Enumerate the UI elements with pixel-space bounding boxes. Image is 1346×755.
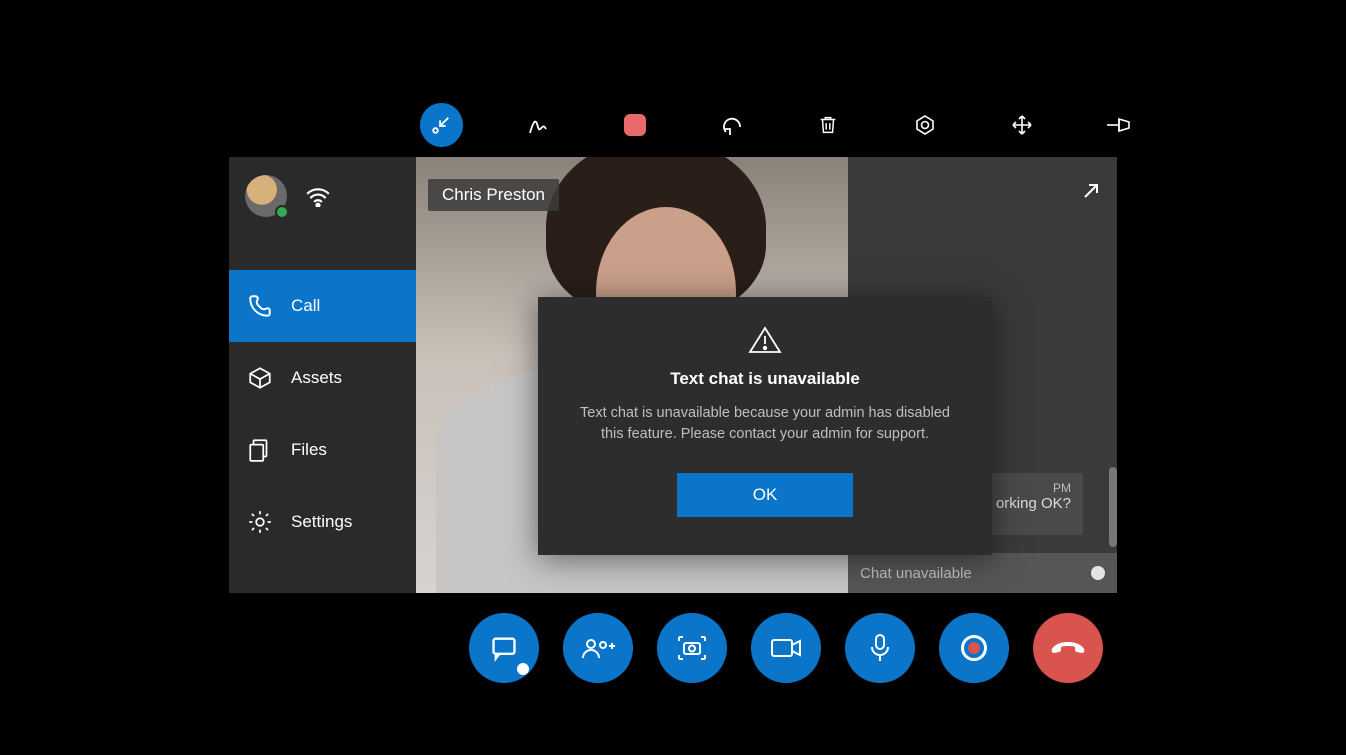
record-indicator-button[interactable] <box>614 103 657 147</box>
chat-icon <box>489 634 519 662</box>
hangup-icon <box>1050 638 1086 658</box>
sidebar-item-files[interactable]: Files <box>229 414 416 486</box>
sidebar-item-label: Call <box>291 296 320 316</box>
presence-badge <box>275 205 289 219</box>
call-controls <box>469 613 1103 683</box>
focus-button[interactable] <box>904 103 947 147</box>
gear-icon <box>247 509 273 535</box>
ink-icon <box>526 113 550 137</box>
mic-toggle-button[interactable] <box>845 613 915 683</box>
add-people-button[interactable] <box>563 613 633 683</box>
delete-button[interactable] <box>807 103 850 147</box>
network-icon <box>305 185 331 207</box>
collapse-toolbar-button[interactable] <box>420 103 463 147</box>
box-icon <box>247 365 273 391</box>
mic-icon <box>869 633 891 663</box>
phone-icon <box>247 293 273 319</box>
annotation-toolbar <box>420 95 1140 155</box>
sidebar: Call Assets Files Settings <box>229 157 416 593</box>
trash-icon <box>817 113 839 137</box>
sidebar-item-assets[interactable]: Assets <box>229 342 416 414</box>
sidebar-item-settings[interactable]: Settings <box>229 486 416 558</box>
sidebar-item-label: Assets <box>291 368 342 388</box>
screenshot-button[interactable] <box>657 613 727 683</box>
record-button[interactable] <box>939 613 1009 683</box>
collapse-icon <box>430 114 452 136</box>
video-toggle-button[interactable] <box>751 613 821 683</box>
chat-unavailable-dialog: Text chat is unavailable Text chat is un… <box>538 297 992 555</box>
sidebar-item-call[interactable]: Call <box>229 270 416 342</box>
sidebar-item-label: Settings <box>291 512 352 532</box>
dialog-body: Text chat is unavailable because your ad… <box>578 403 952 445</box>
undo-button[interactable] <box>710 103 753 147</box>
end-call-button[interactable] <box>1033 613 1103 683</box>
chat-input-placeholder: Chat unavailable <box>860 565 972 582</box>
warning-icon <box>748 325 782 355</box>
ink-button[interactable] <box>517 103 560 147</box>
sidebar-nav: Call Assets Files Settings <box>229 270 416 558</box>
chat-input-row: Chat unavailable <box>848 553 1117 593</box>
user-avatar[interactable] <box>245 175 287 217</box>
send-button[interactable] <box>1091 566 1105 580</box>
dialog-ok-button[interactable]: OK <box>677 473 853 517</box>
add-people-icon <box>581 634 615 662</box>
popout-button[interactable] <box>1079 179 1103 203</box>
chat-scrollbar[interactable] <box>1109 467 1117 547</box>
notification-dot <box>517 663 529 675</box>
move-icon <box>1010 113 1034 137</box>
record-square-icon <box>624 114 646 136</box>
camera-capture-icon <box>676 634 708 662</box>
chat-button[interactable] <box>469 613 539 683</box>
dialog-title: Text chat is unavailable <box>670 369 860 389</box>
popout-icon <box>1079 179 1103 203</box>
record-icon <box>961 635 987 661</box>
pin-icon <box>1105 115 1133 135</box>
pin-button[interactable] <box>1097 103 1140 147</box>
target-icon <box>913 113 937 137</box>
sidebar-item-label: Files <box>291 440 327 460</box>
files-icon <box>247 437 273 463</box>
participant-name-tag: Chris Preston <box>428 179 559 211</box>
move-button[interactable] <box>1001 103 1044 147</box>
video-icon <box>770 637 802 659</box>
undo-icon <box>720 113 744 137</box>
